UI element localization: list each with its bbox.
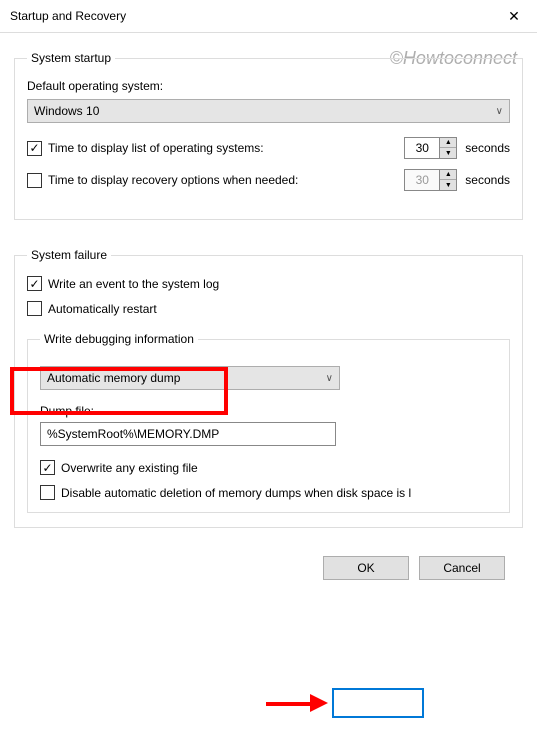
dump-type-dropdown[interactable]: Automatic memory dump ∨ bbox=[40, 366, 340, 390]
highlight-ok-button bbox=[332, 688, 424, 718]
auto-restart-label: Automatically restart bbox=[48, 302, 157, 316]
spinner-down-icon[interactable]: ▼ bbox=[440, 148, 456, 158]
default-os-value: Windows 10 bbox=[34, 104, 99, 118]
system-startup-group: System startup Default operating system:… bbox=[14, 51, 523, 220]
time-recovery-label: Time to display recovery options when ne… bbox=[48, 173, 396, 187]
system-failure-legend: System failure bbox=[27, 248, 111, 262]
write-event-label: Write an event to the system log bbox=[48, 277, 219, 291]
window-title: Startup and Recovery bbox=[10, 9, 126, 23]
content-area: System startup Default operating system:… bbox=[0, 33, 537, 580]
close-icon: ✕ bbox=[508, 8, 520, 25]
debug-info-group: Write debugging information Automatic me… bbox=[27, 332, 510, 513]
time-recovery-checkbox[interactable] bbox=[27, 173, 42, 188]
dialog-button-row: OK Cancel bbox=[14, 556, 523, 580]
spinner-up-icon: ▲ bbox=[440, 170, 456, 180]
write-event-checkbox[interactable]: ✓ bbox=[27, 276, 42, 291]
debug-info-legend: Write debugging information bbox=[40, 332, 198, 346]
cancel-button[interactable]: Cancel bbox=[419, 556, 505, 580]
time-list-checkbox[interactable]: ✓ bbox=[27, 141, 42, 156]
system-failure-group: System failure ✓ Write an event to the s… bbox=[14, 248, 523, 528]
time-list-spinner[interactable] bbox=[404, 137, 440, 159]
chevron-down-icon: ∨ bbox=[326, 373, 333, 384]
close-button[interactable]: ✕ bbox=[491, 0, 537, 33]
dump-file-label: Dump file: bbox=[40, 404, 94, 418]
dump-file-input[interactable] bbox=[40, 422, 336, 446]
chevron-down-icon: ∨ bbox=[496, 106, 503, 117]
seconds-label-2: seconds bbox=[465, 173, 510, 187]
spinner-down-icon: ▼ bbox=[440, 180, 456, 190]
system-startup-legend: System startup bbox=[27, 51, 115, 65]
dump-type-value: Automatic memory dump bbox=[47, 371, 180, 385]
ok-button[interactable]: OK bbox=[323, 556, 409, 580]
titlebar: Startup and Recovery ✕ bbox=[0, 0, 537, 33]
overwrite-label: Overwrite any existing file bbox=[61, 461, 198, 475]
arrow-annotation bbox=[266, 694, 328, 712]
default-os-dropdown[interactable]: Windows 10 ∨ bbox=[27, 99, 510, 123]
default-os-label: Default operating system: bbox=[27, 79, 163, 93]
disable-delete-checkbox[interactable] bbox=[40, 485, 55, 500]
disable-delete-label: Disable automatic deletion of memory dum… bbox=[61, 486, 411, 500]
time-recovery-spinner bbox=[404, 169, 440, 191]
overwrite-checkbox[interactable]: ✓ bbox=[40, 460, 55, 475]
time-list-label: Time to display list of operating system… bbox=[48, 141, 396, 155]
spinner-up-icon[interactable]: ▲ bbox=[440, 138, 456, 148]
seconds-label-1: seconds bbox=[465, 141, 510, 155]
auto-restart-checkbox[interactable] bbox=[27, 301, 42, 316]
